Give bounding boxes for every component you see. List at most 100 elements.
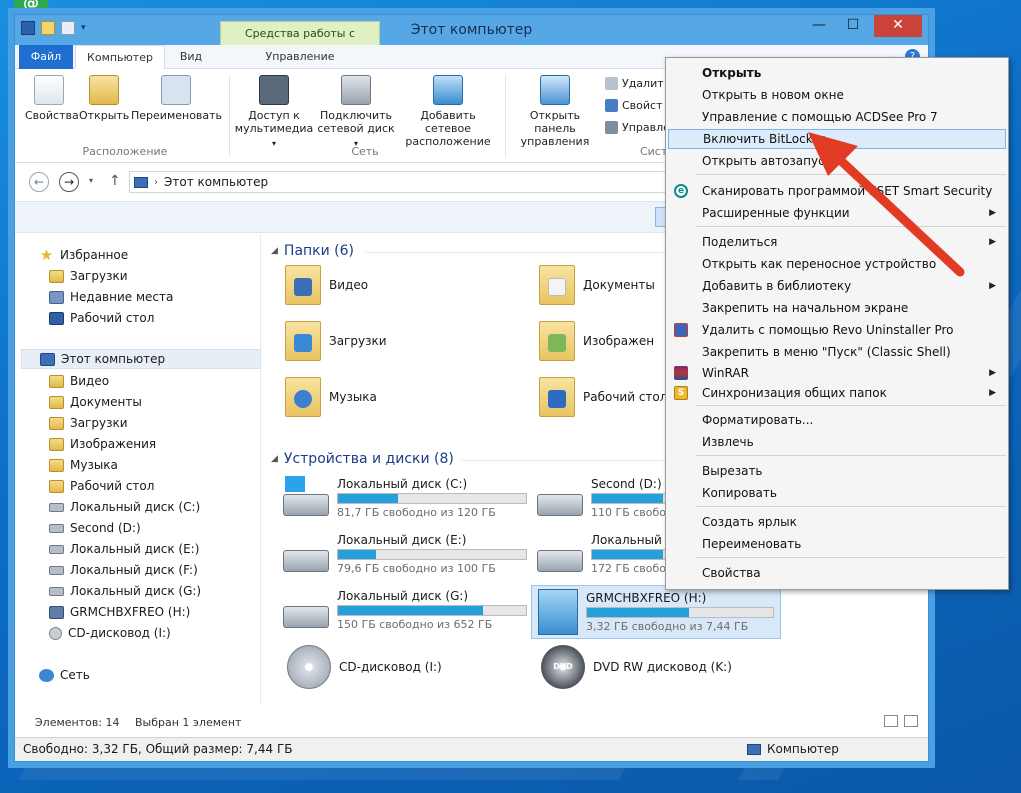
close-button[interactable]: ✕ [874,15,922,37]
folder-tile-downloads[interactable]: Загрузки [285,321,387,361]
open-button[interactable]: Открыть [79,75,129,122]
breadcrumb-arrow-icon[interactable]: › [154,177,158,188]
menu-item-format[interactable]: Форматировать... [668,410,1006,430]
nav-pc-item[interactable]: Рабочий стол [49,476,154,496]
menu-item-acdsee[interactable]: Управление с помощью ACDSee Pro 7 [668,107,1006,127]
tab-computer[interactable]: Компьютер [75,45,165,69]
tab-file[interactable]: Файл [19,45,73,69]
breadcrumb[interactable]: Этот компьютер [164,175,268,189]
drive-icon [49,544,64,554]
nav-pc-item[interactable]: Локальный диск (F:) [49,560,198,580]
menu-item-classic-shell[interactable]: Закрепить в меню "Пуск" (Classic Shell) [668,342,1006,362]
drive-name: Локальный диск (G:) [337,589,469,603]
drive-tile[interactable]: Локальный диск (G:) 150 ГБ свободно из 6… [283,589,527,631]
tab-view[interactable]: Вид [167,45,215,69]
system-properties-button[interactable]: Свойст [605,99,663,112]
rename-button[interactable]: Переименовать [131,75,222,122]
nav-recent[interactable]: Недавние места [49,287,173,307]
media-access-button[interactable]: Доступ к мультимедиа ▾ [233,75,315,150]
folder-tile-pictures[interactable]: Изображен [539,321,654,361]
drive-icon [49,586,64,596]
drive-name: Локальный диск (E:) [337,533,467,547]
folders-section-header[interactable]: ◢ Папки (6) [271,243,354,259]
nav-pc-item[interactable]: Локальный диск (C:) [49,497,200,517]
nav-pc-item[interactable]: Музыка [49,455,118,475]
add-network-location-button[interactable]: Добавить сетевое расположение [397,75,499,148]
menu-item-eset-scan[interactable]: e Сканировать программой ESET Smart Secu… [668,181,1006,201]
up-button[interactable]: ↑ [109,173,121,189]
eset-icon: e [674,184,688,198]
devices-section-header[interactable]: ◢ Устройства и диски (8) [271,451,454,467]
menu-item-cut[interactable]: Вырезать [668,461,1006,481]
nav-pc-item[interactable]: CD-дисковод (I:) [49,623,171,643]
menu-item-pin-start[interactable]: Закрепить на начальном экране [668,298,1006,318]
drive-tile-selected[interactable]: GRMCHBXFREO (H:) 3,32 ГБ свободно из 7,4… [531,585,781,639]
map-drive-button[interactable]: Подключить сетевой диск ▾ [315,75,397,150]
nav-network[interactable]: Сеть [39,665,90,685]
folder-tile-documents[interactable]: Документы [539,265,655,305]
drive-tile[interactable]: Локальный диск (E:) 79,6 ГБ свободно из … [283,533,527,575]
folder-tile-music[interactable]: Музыка [285,377,377,417]
drive-usage-fill [592,494,663,503]
menu-item-sync[interactable]: S Синхронизация общих папок ▶ [668,383,1006,403]
tab-manage[interactable]: Управление [220,45,380,69]
menu-item-copy[interactable]: Копировать [668,483,1006,503]
nav-downloads[interactable]: Загрузки [49,266,128,286]
nav-pc-item[interactable]: Документы [49,392,142,412]
details-view-icon[interactable] [884,715,898,727]
nav-desktop[interactable]: Рабочий стол [49,308,154,328]
menu-item-advanced[interactable]: Расширенные функции ▶ [668,203,1006,223]
menu-item-open-new-window[interactable]: Открыть в новом окне [668,85,1006,105]
manage-button[interactable]: Управле [605,121,670,134]
nav-pc-item[interactable]: Second (D:) [49,518,141,538]
drive-tile[interactable]: Локальный диск (C:) 81,7 ГБ свободно из … [283,476,527,519]
control-panel-button[interactable]: Открыть панель управления [509,75,601,148]
cd-drive-tile[interactable]: CD-дисковод (I:) [287,645,442,689]
nav-pc-item[interactable]: Изображения [49,434,156,454]
dvd-drive-tile[interactable]: DVD DVD RW дисковод (K:) [541,645,732,689]
items-count: Элементов: 14 [35,716,120,729]
menu-item-rename[interactable]: Переименовать [668,534,1006,554]
nav-favorites[interactable]: ★ Избранное [39,245,128,265]
menu-item-open-portable[interactable]: Открыть как переносное устройство [668,254,1006,274]
nav-label: Локальный диск (C:) [70,500,201,514]
system-properties-label: Свойст [622,99,663,112]
drive-icon [283,494,329,516]
nav-this-pc[interactable]: Этот компьютер [21,349,261,369]
nav-pc-item[interactable]: Локальный диск (E:) [49,539,199,559]
drive-usage-bar [586,607,774,618]
menu-item-add-library[interactable]: Добавить в библиотеку ▶ [668,276,1006,296]
address-field[interactable]: › Этот компьютер [129,171,669,193]
menu-item-open[interactable]: Открыть [668,63,1006,83]
nav-label: Сеть [60,668,90,682]
minimize-button[interactable]: — [802,15,836,37]
menu-item-revo[interactable]: Удалить с помощью Revo Uninstaller Pro [668,320,1006,340]
menu-item-autoplay[interactable]: Открыть автозапуск... [668,151,1006,171]
menu-item-eject[interactable]: Извлечь [668,432,1006,452]
usb-drive-icon [49,605,64,619]
folder-icon [49,437,64,451]
folder-tile-desktop[interactable]: Рабочий стол [539,377,667,417]
nav-pc-item[interactable]: Локальный диск (G:) [49,581,201,601]
menu-item-create-shortcut[interactable]: Создать ярлык [668,512,1006,532]
back-button[interactable]: ← [29,172,49,192]
menu-item-winrar[interactable]: WinRAR ▶ [668,363,1006,383]
recent-locations-button[interactable]: ▾ [89,176,93,185]
nav-pc-item[interactable]: GRMCHBXFREO (H:) [49,602,190,622]
nav-pc-item[interactable]: Загрузки [49,413,128,433]
maximize-button[interactable]: ☐ [836,15,870,37]
video-folder-icon [285,265,321,305]
desktop-app-icon[interactable]: @ [14,0,48,14]
menu-item-bitlocker[interactable]: Включить BitLocker [668,129,1006,149]
tiles-view-icon[interactable] [904,715,918,727]
folder-tile-video[interactable]: Видео [285,265,368,305]
menu-item-share[interactable]: Поделиться ▶ [668,232,1006,252]
nav-label: Загрузки [70,416,128,430]
recent-places-icon [49,290,64,304]
forward-button[interactable]: → [59,172,79,192]
drive-usage-bar [337,605,527,616]
menu-item-properties[interactable]: Свойства [668,563,1006,583]
nav-pc-item[interactable]: Видео [49,371,109,391]
properties-button[interactable]: Свойства [25,75,79,122]
uninstall-button[interactable]: Удалит [605,77,664,90]
